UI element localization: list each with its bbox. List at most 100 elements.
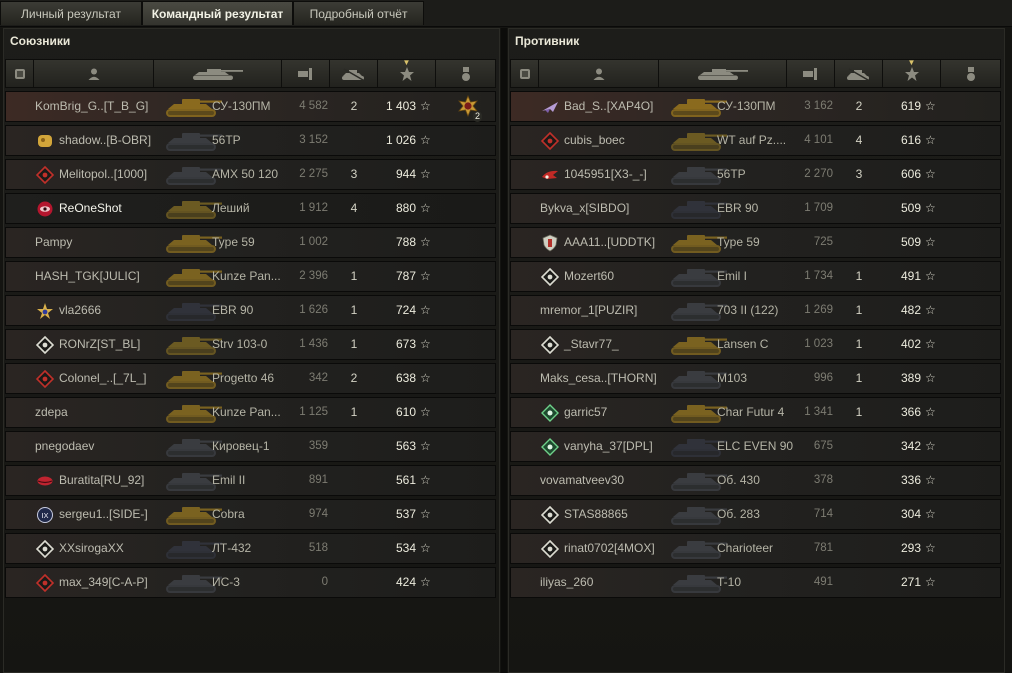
enemy-player-row[interactable]: iliyas_260 T-10 491 271 ☆ xyxy=(510,567,1001,598)
medal-icon xyxy=(460,66,472,82)
ally-player-row[interactable]: Pampy Type 59 1 002 788 ☆ xyxy=(5,227,496,258)
tank-icon xyxy=(696,67,750,81)
xp-star-icon: ☆ xyxy=(420,541,431,555)
ally-player-row[interactable]: vla2666 EBR 90 1 626 1 724 ☆ xyxy=(5,295,496,326)
column-header-damage[interactable] xyxy=(282,60,330,87)
clan-gold-star-icon xyxy=(36,302,54,320)
player-name: Bykva_x[SIBDO] xyxy=(540,201,630,215)
kills-icon xyxy=(846,67,872,81)
column-header-xp[interactable]: ▼ xyxy=(883,59,941,87)
column-header-tank[interactable] xyxy=(659,60,787,87)
enemy-player-row[interactable]: cubis_boec WT auf Pz.... 4 101 4 616 ☆ xyxy=(510,125,1001,156)
enemy-player-row[interactable]: 1045951[X3-_-] 56TP 2 270 3 606 ☆ xyxy=(510,159,1001,190)
ally-player-row[interactable]: max_349[C-A-P] ИС-3 0 424 ☆ xyxy=(5,567,496,598)
column-header-tank[interactable] xyxy=(154,60,282,87)
column-header-medal[interactable] xyxy=(436,60,496,87)
column-header-player[interactable] xyxy=(539,60,659,87)
xp-value: 537 xyxy=(395,507,416,521)
damage-value: 891 xyxy=(308,474,328,486)
clan-diamond-white-icon xyxy=(540,335,560,355)
vehicle-name: 56TP xyxy=(717,167,746,181)
xp-value: 366 xyxy=(900,405,921,419)
enemy-player-row[interactable]: _Stavr77_ Lansen C 1 023 1 402 ☆ xyxy=(510,329,1001,360)
enemy-player-row[interactable]: STAS88865 Об. 283 714 304 ☆ xyxy=(510,499,1001,530)
column-header-squad[interactable] xyxy=(511,60,539,87)
column-header-damage[interactable] xyxy=(787,60,835,87)
enemy-player-row[interactable]: rinat0702[4MOX] Charioteer 781 293 ☆ xyxy=(510,533,1001,564)
enemy-player-row[interactable]: Bad_S..[XAP4O] СУ-130ПМ 3 162 2 619 ☆ xyxy=(510,91,1001,122)
kills-value: 2 xyxy=(350,371,358,385)
medal-icon xyxy=(965,66,977,82)
squad-icon xyxy=(13,67,27,81)
enemy-player-row[interactable]: Mozert60 Emil I 1 734 1 491 ☆ xyxy=(510,261,1001,292)
ally-player-row[interactable]: Melitopol..[1000] AMX 50 120 2 275 3 944 ☆ xyxy=(5,159,496,190)
xp-star-icon: ☆ xyxy=(925,303,936,317)
column-header-xp[interactable]: ▼ xyxy=(378,59,436,87)
vehicle-name: Леший xyxy=(212,201,250,215)
xp-value: 563 xyxy=(395,439,416,453)
xp-star-icon: ☆ xyxy=(925,371,936,385)
column-header-kills[interactable] xyxy=(835,60,883,87)
xp-value: 293 xyxy=(900,541,921,555)
vehicle-name: EBR 90 xyxy=(717,201,759,215)
vehicle-name: Kunze Pan... xyxy=(212,269,281,283)
clan-green-icon xyxy=(541,438,559,456)
column-header-medal[interactable] xyxy=(941,60,1001,87)
medal-icon[interactable]: 2 xyxy=(456,94,482,122)
ally-player-row[interactable]: zdepa Kunze Pan... 1 125 1 610 ☆ xyxy=(5,397,496,428)
xp-value: 509 xyxy=(900,235,921,249)
enemy-player-row[interactable]: vanyha_37[DPL] ELC EVEN 90 675 342 ☆ xyxy=(510,431,1001,462)
ally-player-row[interactable]: shadow..[B-OBR] 56TP 3 152 1 026 ☆ xyxy=(5,125,496,156)
xp-value: 619 xyxy=(900,99,921,113)
xp-value: 1 403 xyxy=(385,99,416,113)
ally-player-row[interactable]: IX sergeu1..[SIDE-] Cobra 974 537 ☆ xyxy=(5,499,496,530)
enemy-player-row[interactable]: AAA11..[UDDTK] Type 59 725 509 ☆ xyxy=(510,227,1001,258)
enemies-title: Противник xyxy=(515,34,580,48)
ally-player-row[interactable]: Colonel_..[_7L_] Progetto 46 342 2 638 ☆ xyxy=(5,363,496,394)
damage-value: 974 xyxy=(308,508,328,520)
xp-value: 673 xyxy=(395,337,416,351)
column-header-kills[interactable] xyxy=(330,60,378,87)
tank-icon xyxy=(191,67,245,81)
clan-diamond-red-icon xyxy=(35,369,55,389)
enemy-player-row[interactable]: Bykva_x[SIBDO] EBR 90 1 709 509 ☆ xyxy=(510,193,1001,224)
kills-value: 3 xyxy=(350,167,358,181)
vehicle-name: EBR 90 xyxy=(212,303,254,317)
ally-player-row[interactable]: Buratita[RU_92] Emil II 891 561 ☆ xyxy=(5,465,496,496)
vehicle-name: AMX 50 120 xyxy=(212,167,279,181)
tab-detailed-report[interactable]: Подробный отчёт xyxy=(293,1,424,25)
column-header-player[interactable] xyxy=(34,60,154,87)
ally-player-row[interactable]: KomBrig_G..[T_B_G] СУ-130ПМ 4 582 2 1 403 ☆ 2 xyxy=(5,91,496,122)
xp-star-icon: ☆ xyxy=(925,507,936,521)
player-name: garric57 xyxy=(564,405,608,419)
tab-personal-result[interactable]: Личный результат xyxy=(0,1,142,25)
ally-player-row[interactable]: ReOneShot Леший 1 912 4 880 ☆ xyxy=(5,193,496,224)
damage-value: 675 xyxy=(813,440,833,452)
xp-star-icon: ☆ xyxy=(925,575,936,589)
xp-value: 944 xyxy=(395,167,416,181)
ally-player-row[interactable]: RONrZ[ST_BL] Strv 103-0 1 436 1 673 ☆ xyxy=(5,329,496,360)
vehicle-name: ELC EVEN 90 xyxy=(717,439,794,453)
enemy-player-row[interactable]: garric57 Char Futur 4 1 341 1 366 ☆ xyxy=(510,397,1001,428)
damage-value: 3 152 xyxy=(299,134,328,146)
tab-team-result[interactable]: Командный результат xyxy=(142,1,293,25)
damage-value: 781 xyxy=(813,542,833,554)
damage-value: 725 xyxy=(813,236,833,248)
enemies-table-header: ▼ xyxy=(510,59,1001,88)
xp-star-icon: ☆ xyxy=(925,167,936,181)
xp-star-icon: ☆ xyxy=(420,303,431,317)
kills-value: 1 xyxy=(350,337,358,351)
xp-icon xyxy=(904,66,920,82)
enemies-rows: Bad_S..[XAP4O] СУ-130ПМ 3 162 2 619 ☆ cubis_bo… xyxy=(510,91,1001,601)
ally-player-row[interactable]: XXsirogaXX ЛТ-432 518 534 ☆ xyxy=(5,533,496,564)
xp-star-icon: ☆ xyxy=(420,337,431,351)
enemy-player-row[interactable]: vovamatveev30 Об. 430 378 336 ☆ xyxy=(510,465,1001,496)
enemy-player-row[interactable]: mremor_1[PUZIR] 703 II (122) 1 269 1 482 ☆ xyxy=(510,295,1001,326)
ally-player-row[interactable]: HASH_TGK[JULIC] Kunze Pan... 2 396 1 787 ☆ xyxy=(5,261,496,292)
column-header-squad[interactable] xyxy=(6,60,34,87)
enemy-player-row[interactable]: Maks_cesa..[THORN] M103 996 1 389 ☆ xyxy=(510,363,1001,394)
vehicle-name: Strv 103-0 xyxy=(212,337,268,351)
vehicle-name: СУ-130ПМ xyxy=(212,99,271,113)
ally-player-row[interactable]: pnegodaev Кировец-1 359 563 ☆ xyxy=(5,431,496,462)
damage-value: 996 xyxy=(813,372,833,384)
